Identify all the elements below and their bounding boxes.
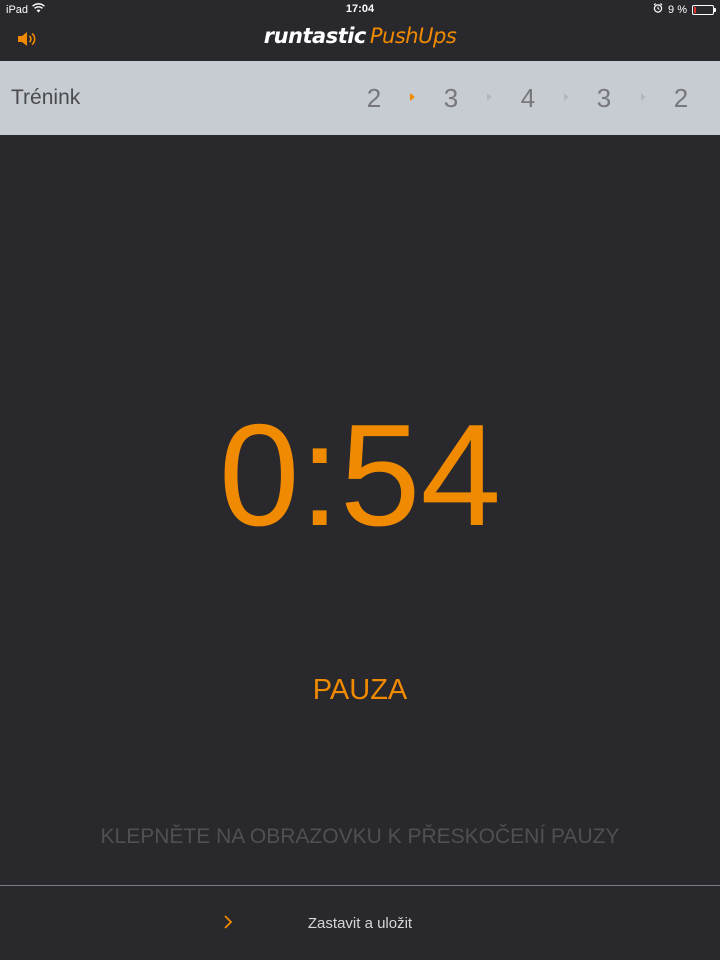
training-sets-bar: Trénink 2 3 4 3 2: [0, 61, 720, 135]
set-2: 3: [443, 83, 459, 113]
stop-and-save-label: Zastavit a uložit: [307, 915, 413, 932]
set-separator-icon: [641, 93, 646, 101]
set-1: 2: [366, 83, 382, 113]
set-5: 2: [673, 83, 689, 113]
status-right: 9 %: [653, 3, 716, 16]
set-separator-active-icon: [410, 93, 415, 101]
battery-icon: [692, 4, 716, 15]
training-label: Trénink: [11, 86, 81, 109]
navigation-bar: runtastic PushUps: [0, 20, 720, 60]
battery-level-fill: [694, 6, 696, 13]
set-4: 3: [596, 83, 612, 113]
workout-pause-screen[interactable]: iPad 17:04 9 % runtastic PushUps Trénink…: [0, 0, 720, 960]
battery-percent: 9 %: [668, 3, 687, 16]
status-bar: iPad 17:04 9 %: [0, 0, 720, 20]
app-title: runtastic PushUps: [0, 24, 720, 48]
product-name: PushUps: [369, 24, 457, 48]
skip-pause-hint: KLEPNĚTE NA OBRAZOVKU K PŘESKOČENÍ PAUZY: [100, 825, 620, 848]
set-3: 4: [520, 83, 536, 113]
status-time: 17:04: [345, 3, 375, 15]
stop-and-save-button[interactable]: Zastavit a uložit: [0, 886, 720, 960]
pause-label: PAUZA: [312, 674, 408, 706]
rest-countdown-timer: 0:54: [218, 394, 502, 556]
set-separator-icon: [564, 93, 569, 101]
brand-name: runtastic: [263, 24, 367, 48]
alarm-icon: [653, 3, 663, 16]
set-separator-icon: [487, 93, 492, 101]
